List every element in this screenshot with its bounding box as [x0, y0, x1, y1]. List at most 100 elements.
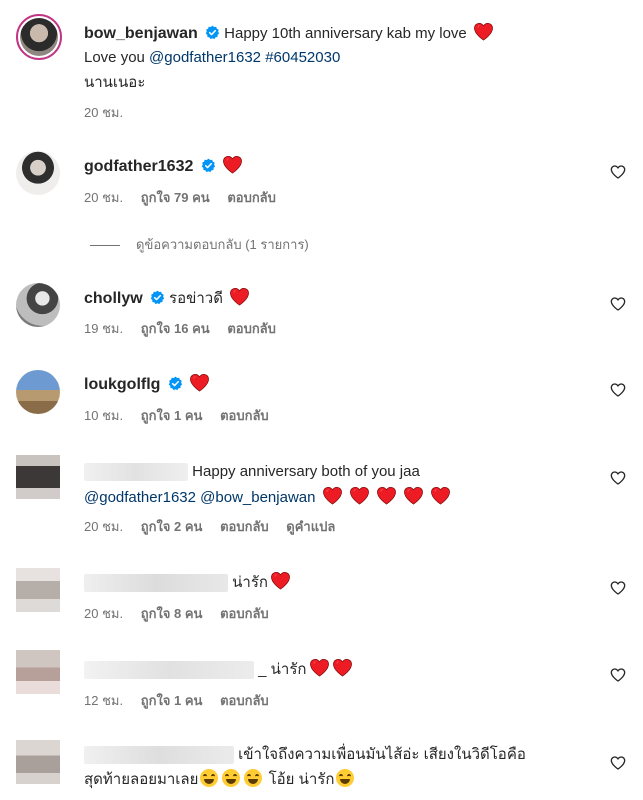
- red-heart-emoji: [322, 486, 343, 505]
- comment-meta: 19 ชม. ถูกใจ 16 คน ตอบกลับ: [84, 320, 290, 338]
- heart-outline-icon[interactable]: [610, 667, 626, 683]
- comment-time: 20 ชม.: [84, 190, 124, 205]
- red-heart-emoji: [229, 287, 250, 306]
- blurred-username: [84, 746, 234, 765]
- comment-text: chollyw รอข่าวดี: [84, 287, 597, 310]
- caption-thai-text: นานเนอะ: [84, 74, 146, 91]
- comment-time: 20 ชม.: [84, 606, 124, 621]
- reply-button[interactable]: ตอบกลับ: [220, 606, 269, 621]
- comment-likes[interactable]: ถูกใจ 2 คน: [141, 519, 203, 534]
- reply-button[interactable]: ตอบกลับ: [220, 693, 269, 708]
- caption-time: 20 ชม.: [84, 105, 124, 120]
- red-heart-emoji: [376, 486, 397, 505]
- red-heart-emoji: [222, 155, 243, 174]
- reply-button[interactable]: ตอบกลับ: [220, 408, 269, 423]
- red-heart-emoji: [473, 22, 494, 41]
- red-heart-emoji: [309, 658, 330, 677]
- comment-body: เข้าใจถึงความเพื่อนมันไส้อ่ะ เสียงในวิดี…: [238, 746, 526, 763]
- translate-button[interactable]: ดูคำแปล: [286, 519, 335, 534]
- verified-badge-icon: [168, 376, 183, 391]
- avatar-image: [20, 18, 58, 56]
- comment-avatar[interactable]: [16, 283, 60, 327]
- mention-link[interactable]: @bow_benjawan: [200, 489, 315, 506]
- comment-text: godfather1632: [84, 155, 597, 178]
- tears-of-joy-emoji: [244, 769, 263, 787]
- comment-body-line2: สุดท้ายลอยมาเลย: [84, 771, 199, 788]
- blurred-username: [84, 661, 254, 680]
- replies-divider: [90, 245, 120, 247]
- red-heart-emoji: [332, 658, 353, 677]
- comment-text: Happy anniversary both of you jaa: [84, 461, 597, 483]
- red-heart-emoji: [403, 486, 424, 505]
- caption-meta: 20 ชม.: [84, 104, 137, 122]
- comment-likes[interactable]: ถูกใจ 16 คน: [141, 321, 210, 336]
- comment-mentions: @godfather1632 @bow_benjawan: [84, 486, 597, 509]
- comment-body-line2-end: โอ้ย น่ารัก: [268, 771, 335, 788]
- heart-outline-icon[interactable]: [610, 164, 626, 180]
- comment-username[interactable]: godfather1632: [84, 158, 193, 175]
- comment-avatar[interactable]: [16, 151, 60, 195]
- caption-mention[interactable]: @godfather1632: [149, 49, 261, 66]
- caption-hashtag[interactable]: #60452030: [265, 49, 340, 66]
- comment-meta: 20 ชม. ถูกใจ 2 คน ตอบกลับ ดูคำแปล: [84, 518, 349, 536]
- caption-username[interactable]: bow_benjawan: [84, 25, 198, 42]
- comment-meta: 20 ชม. ถูกใจ 8 คน ตอบกลับ: [84, 605, 283, 623]
- comment-avatar-pixelated[interactable]: [16, 455, 60, 499]
- comment-avatar[interactable]: [16, 370, 60, 414]
- tears-of-joy-emoji: [222, 769, 241, 787]
- comment-meta: 12 ชม. ถูกใจ 1 คน ตอบกลับ: [84, 692, 283, 710]
- tears-of-joy-emoji: [200, 769, 219, 787]
- comment-time: 12 ชม.: [84, 693, 124, 708]
- comment-time: 10 ชม.: [84, 408, 124, 423]
- reply-button[interactable]: ตอบกลับ: [227, 190, 276, 205]
- red-heart-emoji: [349, 486, 370, 505]
- star-struck-emoji: [336, 769, 355, 787]
- red-heart-emoji: [189, 373, 210, 392]
- verified-badge-icon: [205, 25, 220, 40]
- comment-body: รอข่าวดี: [169, 290, 223, 307]
- comment-likes[interactable]: ถูกใจ 8 คน: [141, 606, 203, 621]
- caption-text: bow_benjawan Happy 10th anniversary kab …: [84, 22, 597, 45]
- comment-text: น่ารัก: [84, 571, 597, 594]
- comment-meta: 10 ชม. ถูกใจ 1 คน ตอบกลับ: [84, 407, 283, 425]
- verified-badge-icon: [201, 158, 216, 173]
- blurred-username: [84, 463, 188, 482]
- caption-love-you: Love you: [84, 49, 150, 66]
- comment-body: _ น่ารัก: [258, 661, 307, 678]
- comment-meta: 20 ชม. ถูกใจ 79 คน ตอบกลับ: [84, 189, 290, 207]
- comment-likes[interactable]: ถูกใจ 1 คน: [141, 693, 203, 708]
- comment-avatar-pixelated[interactable]: [16, 650, 60, 694]
- reply-button[interactable]: ตอบกลับ: [220, 519, 269, 534]
- comment-likes[interactable]: ถูกใจ 1 คน: [141, 408, 203, 423]
- comment-body: น่ารัก: [232, 574, 268, 591]
- comment-text: เข้าใจถึงความเพื่อนมันไส้อ่ะ เสียงในวิดี…: [84, 744, 597, 766]
- blurred-username: [84, 574, 228, 593]
- view-replies-button[interactable]: ดูข้อความตอบกลับ (1 รายการ): [90, 234, 309, 255]
- comment-likes[interactable]: ถูกใจ 79 คน: [141, 190, 210, 205]
- heart-outline-icon[interactable]: [610, 580, 626, 596]
- comment-time: 19 ชม.: [84, 321, 124, 336]
- mention-link[interactable]: @godfather1632: [84, 489, 196, 506]
- heart-outline-icon[interactable]: [610, 470, 626, 486]
- comment-avatar-pixelated[interactable]: [16, 568, 60, 612]
- comment-username[interactable]: chollyw: [84, 290, 143, 307]
- verified-badge-icon: [150, 290, 165, 305]
- comment-avatar-pixelated[interactable]: [16, 740, 60, 784]
- heart-outline-icon[interactable]: [610, 755, 626, 771]
- red-heart-emoji: [270, 571, 291, 590]
- heart-outline-icon[interactable]: [610, 382, 626, 398]
- caption-line3: นานเนอะ: [84, 72, 597, 94]
- caption-line1: Happy 10th anniversary kab my love: [224, 25, 467, 42]
- caption-avatar[interactable]: [16, 14, 62, 60]
- view-replies-label: ดูข้อความตอบกลับ (1 รายการ): [136, 237, 309, 252]
- comment-text: loukgolflg: [84, 373, 597, 396]
- heart-outline-icon[interactable]: [610, 296, 626, 312]
- reply-button[interactable]: ตอบกลับ: [227, 321, 276, 336]
- comment-username[interactable]: loukgolflg: [84, 376, 160, 393]
- comment-body: Happy anniversary both of you jaa: [192, 463, 420, 480]
- caption-line2: Love you @godfather1632 #60452030: [84, 47, 597, 69]
- comment-text-line2: สุดท้ายลอยมาเลย โอ้ย น่ารัก: [84, 769, 597, 791]
- red-heart-emoji: [430, 486, 451, 505]
- comment-text: _ น่ารัก: [84, 658, 597, 681]
- comment-time: 20 ชม.: [84, 519, 124, 534]
